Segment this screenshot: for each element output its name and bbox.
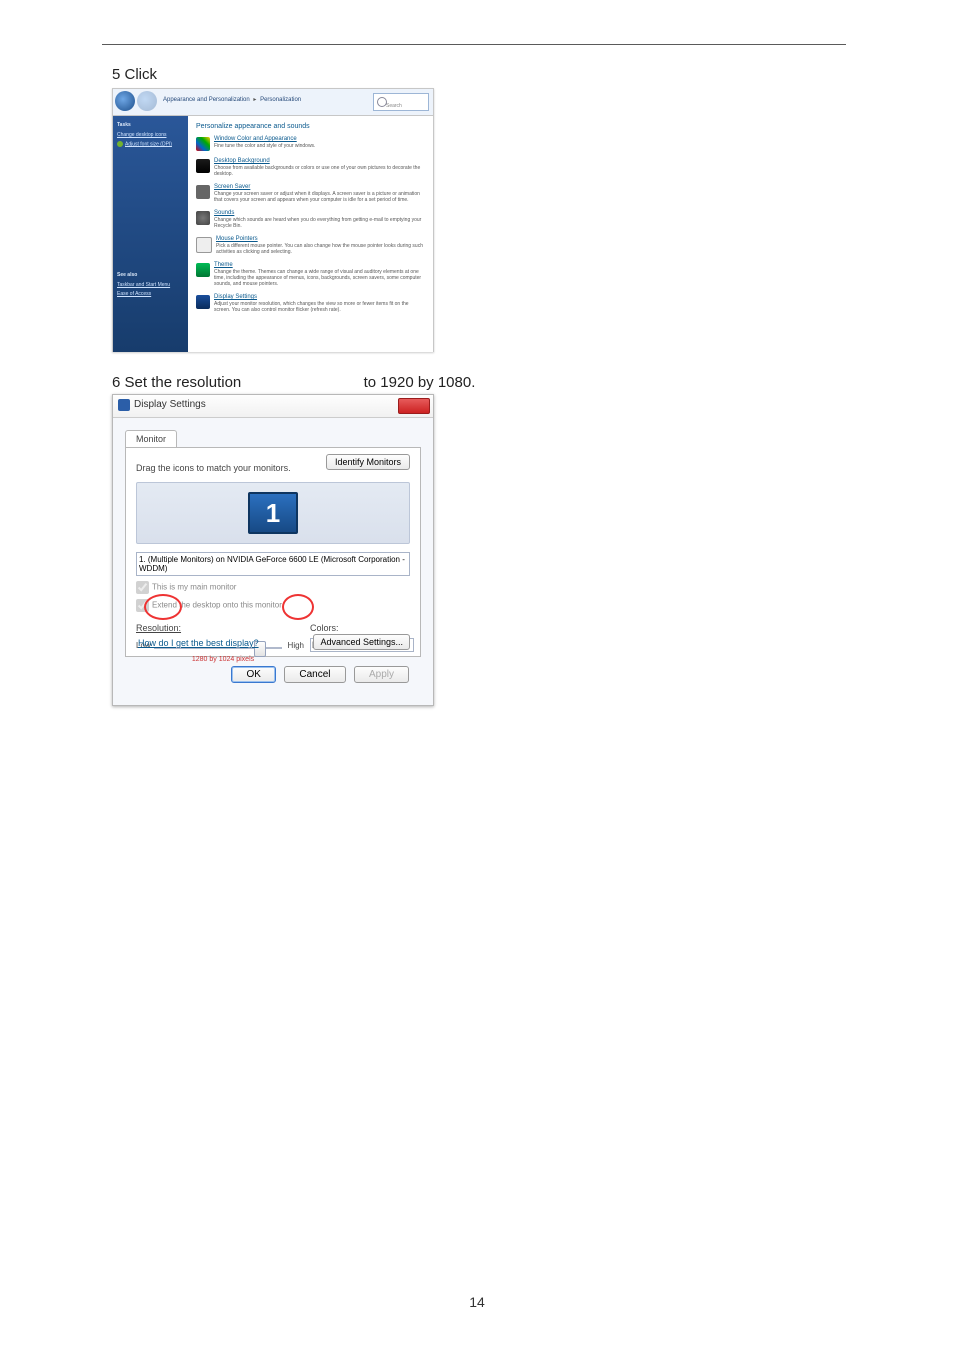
resolution-label: Resolution: — [136, 623, 181, 633]
bullet-icon — [117, 141, 123, 147]
item-desc: Choose from available backgrounds or col… — [214, 165, 425, 177]
dialog-icon — [118, 399, 130, 411]
mouse-pointer-icon — [196, 237, 212, 253]
slider-high-label: High — [288, 641, 304, 650]
annotation-circle-high — [282, 594, 314, 620]
personalization-heading: Personalize appearance and sounds — [196, 123, 425, 130]
sounds-icon — [196, 211, 210, 225]
tasks-sidebar: Tasks Change desktop icons Adjust font s… — [113, 116, 188, 352]
dialog-titlebar: Display Settings — [113, 395, 433, 418]
screen-saver-icon — [196, 185, 210, 199]
step-6-text: 6 Set the resolution to 1920 by 1080. — [112, 374, 475, 391]
tab-monitor[interactable]: Monitor — [125, 430, 177, 448]
sidebar-header: Tasks — [117, 122, 184, 128]
main-monitor-checkbox: This is my main monitor — [136, 581, 410, 594]
item-title: Window Color and Appearance — [214, 136, 425, 142]
main-monitor-input — [136, 581, 149, 594]
sidebar-see-also: See also — [117, 272, 184, 278]
nav-fwd-icon[interactable] — [137, 91, 157, 111]
item-screen-saver[interactable]: Screen SaverChange your screen saver or … — [196, 184, 425, 203]
close-icon[interactable] — [398, 398, 430, 414]
display-settings-icon — [196, 295, 210, 309]
annotation-circle-resolution — [144, 594, 182, 620]
theme-icon — [196, 263, 210, 277]
item-desc: Change your screen saver or adjust when … — [214, 191, 425, 203]
explorer-toolbar: Appearance and Personalization ▸ Persona… — [113, 89, 433, 116]
item-display-settings[interactable]: Display SettingsAdjust your monitor reso… — [196, 294, 425, 313]
item-desc: Change the theme. Themes can change a wi… — [214, 269, 425, 287]
item-theme[interactable]: ThemeChange the theme. Themes can change… — [196, 262, 425, 287]
item-desc: Adjust your monitor resolution, which ch… — [214, 301, 425, 313]
window-color-icon — [196, 137, 210, 151]
monitor-1-icon[interactable]: 1 — [248, 492, 298, 534]
item-desc: Change which sounds are heard when you d… — [214, 217, 425, 229]
section-divider — [102, 44, 846, 45]
item-window-color[interactable]: Window Color and AppearanceFine tune the… — [196, 136, 425, 151]
item-sounds[interactable]: SoundsChange which sounds are heard when… — [196, 210, 425, 229]
cancel-button[interactable]: Cancel — [284, 666, 345, 683]
drag-label: Drag the icons to match your monitors. — [136, 463, 291, 473]
item-title: Sounds — [214, 210, 425, 216]
item-desktop-background[interactable]: Desktop BackgroundChoose from available … — [196, 158, 425, 177]
help-link[interactable]: How do I get the best display? — [138, 638, 259, 648]
item-mouse-pointers[interactable]: Mouse PointersPick a different mouse poi… — [196, 236, 425, 255]
item-title: Display Settings — [214, 294, 425, 300]
sidebar-link-ease[interactable]: Ease of Access — [117, 291, 184, 297]
apply-button: Apply — [354, 666, 409, 683]
sidebar-link-desktop-icons[interactable]: Change desktop icons — [117, 132, 184, 138]
sidebar-link-font-size[interactable]: Adjust font size (DPI) — [117, 141, 184, 147]
step-6-prefix: 6 Set the resolution — [112, 374, 241, 391]
sidebar-link-taskbar[interactable]: Taskbar and Start Menu — [117, 282, 184, 288]
sidebar-link-font-size-label: Adjust font size (DPI) — [125, 141, 172, 147]
breadcrumb[interactable]: Appearance and Personalization ▸ Persona… — [163, 96, 301, 103]
item-title: Theme — [214, 262, 425, 268]
advanced-settings-button[interactable]: Advanced Settings... — [313, 634, 410, 650]
identify-monitors-button[interactable]: Identify Monitors — [326, 454, 410, 470]
page-number: 14 — [0, 1294, 954, 1310]
breadcrumb-sep-icon: ▸ — [253, 97, 256, 103]
display-settings-dialog: Display Settings Monitor Drag the icons … — [112, 394, 434, 706]
item-title: Desktop Background — [214, 158, 425, 164]
step-5-text: 5 Click — [112, 66, 157, 83]
personalization-main: Personalize appearance and sounds Window… — [188, 116, 433, 352]
nav-back-icon[interactable] — [115, 91, 135, 111]
item-title: Mouse Pointers — [216, 236, 425, 242]
monitor-panel: Drag the icons to match your monitors. I… — [125, 447, 421, 657]
desktop-background-icon — [196, 159, 210, 173]
ok-button[interactable]: OK — [231, 666, 275, 683]
personalization-window: Appearance and Personalization ▸ Persona… — [112, 88, 434, 352]
dialog-title: Display Settings — [134, 399, 206, 410]
search-input[interactable]: Search — [373, 93, 429, 111]
breadcrumb-leaf: Personalization — [260, 97, 301, 103]
main-monitor-label: This is my main monitor — [152, 583, 236, 592]
item-desc: Fine tune the color and style of your wi… — [214, 143, 425, 149]
monitor-select[interactable]: 1. (Multiple Monitors) on NVIDIA GeForce… — [136, 552, 410, 576]
step-6-suffix: to 1920 by 1080. — [364, 374, 476, 391]
breadcrumb-root: Appearance and Personalization — [163, 97, 250, 103]
item-title: Screen Saver — [214, 184, 425, 190]
colors-label: Colors: — [310, 623, 339, 633]
monitor-arrangement[interactable]: 1 — [136, 482, 410, 544]
item-desc: Pick a different mouse pointer. You can … — [216, 243, 425, 255]
search-placeholder: Search — [374, 103, 402, 109]
